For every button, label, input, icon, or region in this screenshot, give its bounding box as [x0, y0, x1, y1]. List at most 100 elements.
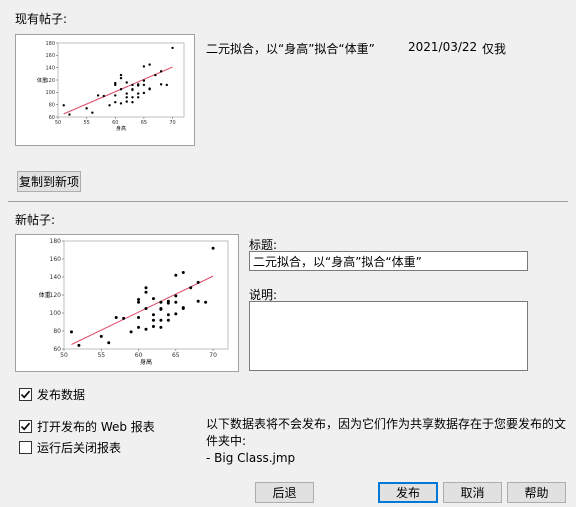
data-point	[144, 307, 148, 310]
close-after-run-checkbox[interactable]	[19, 441, 32, 454]
data-point	[159, 318, 163, 322]
data-point	[114, 81, 117, 85]
data-point	[142, 91, 146, 95]
cancel-button[interactable]: 取消	[443, 482, 502, 503]
new-post-thumbnail: 60 80 100 120 140 160 180 50 55 60 65 70 身高 体重	[15, 234, 239, 372]
data-point	[125, 100, 128, 103]
data-point	[137, 325, 141, 329]
data-point	[142, 79, 146, 82]
x-tick-label: 55	[97, 352, 105, 359]
existing-post-date: 2021/03/22	[408, 40, 478, 54]
data-point	[131, 96, 134, 99]
data-point	[114, 101, 117, 104]
title-input[interactable]: 二元拟合，以“身高”拟合“体重”	[249, 251, 528, 271]
data-point	[159, 83, 163, 86]
x-tick-label: 55	[83, 120, 89, 126]
data-point	[119, 73, 123, 77]
existing-post-thumbnail: 60 80 100 120 140 160 180 50 55 60 65 70 身高 体重	[15, 34, 195, 146]
data-point	[114, 94, 117, 97]
data-point	[159, 300, 163, 304]
data-point	[131, 83, 134, 87]
data-point	[119, 102, 123, 105]
help-button[interactable]: 帮助	[507, 482, 566, 503]
back-button[interactable]: 后退	[255, 482, 314, 503]
data-point	[142, 83, 146, 87]
data-point	[136, 92, 140, 95]
unpublished-notice: 以下数据表将不会发布，因为它们作为共享数据存在于您要发布的文件夹中:	[206, 417, 567, 448]
data-point	[129, 330, 133, 334]
existing-post-header: 现有帖子:	[15, 12, 68, 26]
data-point	[144, 327, 148, 331]
y-axis-label: 体重	[39, 291, 51, 299]
description-textarea[interactable]	[249, 301, 528, 371]
data-point	[99, 334, 103, 338]
data-point	[96, 94, 100, 97]
x-axis-label: 身高	[140, 358, 152, 366]
y-axis-label: 体重	[37, 77, 47, 84]
checkmark-icon	[20, 390, 31, 399]
y-tick-label: 180	[50, 238, 62, 245]
data-point	[122, 316, 126, 320]
data-point	[142, 65, 146, 68]
data-point	[85, 107, 88, 110]
existing-chart: 608010012014016018050 55 60 65 70身高体重	[37, 41, 185, 132]
data-point	[131, 101, 134, 104]
data-point	[107, 341, 111, 345]
existing-post-visibility: 仅我	[482, 42, 507, 56]
data-point	[166, 299, 170, 303]
data-point	[159, 70, 163, 73]
publish-data-label: 发布数据	[37, 388, 86, 402]
x-tick-label: 50	[55, 120, 61, 126]
y-tick-label: 140	[50, 274, 62, 281]
open-web-report-checkbox[interactable]	[19, 420, 32, 433]
plot-frame	[57, 42, 185, 118]
data-point	[125, 92, 128, 95]
data-point	[159, 307, 163, 310]
data-point	[102, 94, 106, 98]
y-tick-label: 80	[53, 328, 61, 335]
data-point	[131, 88, 134, 91]
data-point	[174, 273, 178, 277]
data-point	[114, 316, 118, 319]
data-point	[148, 87, 151, 90]
data-point	[159, 325, 163, 329]
data-point	[137, 316, 141, 319]
data-point	[136, 96, 140, 99]
section-divider	[8, 201, 568, 202]
data-point	[136, 83, 140, 86]
y-tick-label: 80	[49, 102, 55, 108]
data-point	[166, 313, 170, 317]
data-point	[148, 63, 151, 66]
y-tick-label: 160	[45, 53, 55, 59]
data-point	[68, 113, 71, 116]
publish-data-checkbox[interactable]	[19, 388, 32, 401]
data-point	[151, 318, 155, 322]
y-tick-label: 180	[45, 41, 55, 47]
data-point	[196, 280, 200, 284]
data-point	[108, 104, 111, 107]
data-point	[166, 318, 170, 322]
data-point	[69, 330, 73, 334]
data-point	[125, 96, 128, 99]
existing-post-title: 二元拟合，以“身高”拟合“体重”	[206, 42, 375, 56]
publish-button[interactable]: 发布	[378, 482, 438, 503]
data-point	[204, 300, 208, 304]
data-point	[119, 76, 123, 80]
checkmark-icon	[20, 422, 31, 431]
copy-to-new-button[interactable]: 复制到新项	[17, 171, 81, 192]
data-point	[165, 83, 169, 87]
data-point	[137, 300, 141, 304]
plot-frame	[63, 240, 229, 350]
x-axis-label: 身高	[116, 125, 126, 132]
data-point	[91, 111, 94, 114]
new-post-header: 新帖子:	[15, 213, 56, 227]
x-tick-label: 70	[169, 120, 175, 126]
open-web-report-label: 打开发布的 Web 报表	[37, 420, 155, 434]
x-tick-label: 65	[172, 352, 180, 359]
data-point	[119, 88, 123, 91]
data-point	[125, 81, 128, 84]
data-point	[151, 297, 155, 301]
data-point	[174, 312, 178, 316]
data-point	[171, 46, 174, 50]
y-tick-label: 120	[50, 292, 62, 299]
